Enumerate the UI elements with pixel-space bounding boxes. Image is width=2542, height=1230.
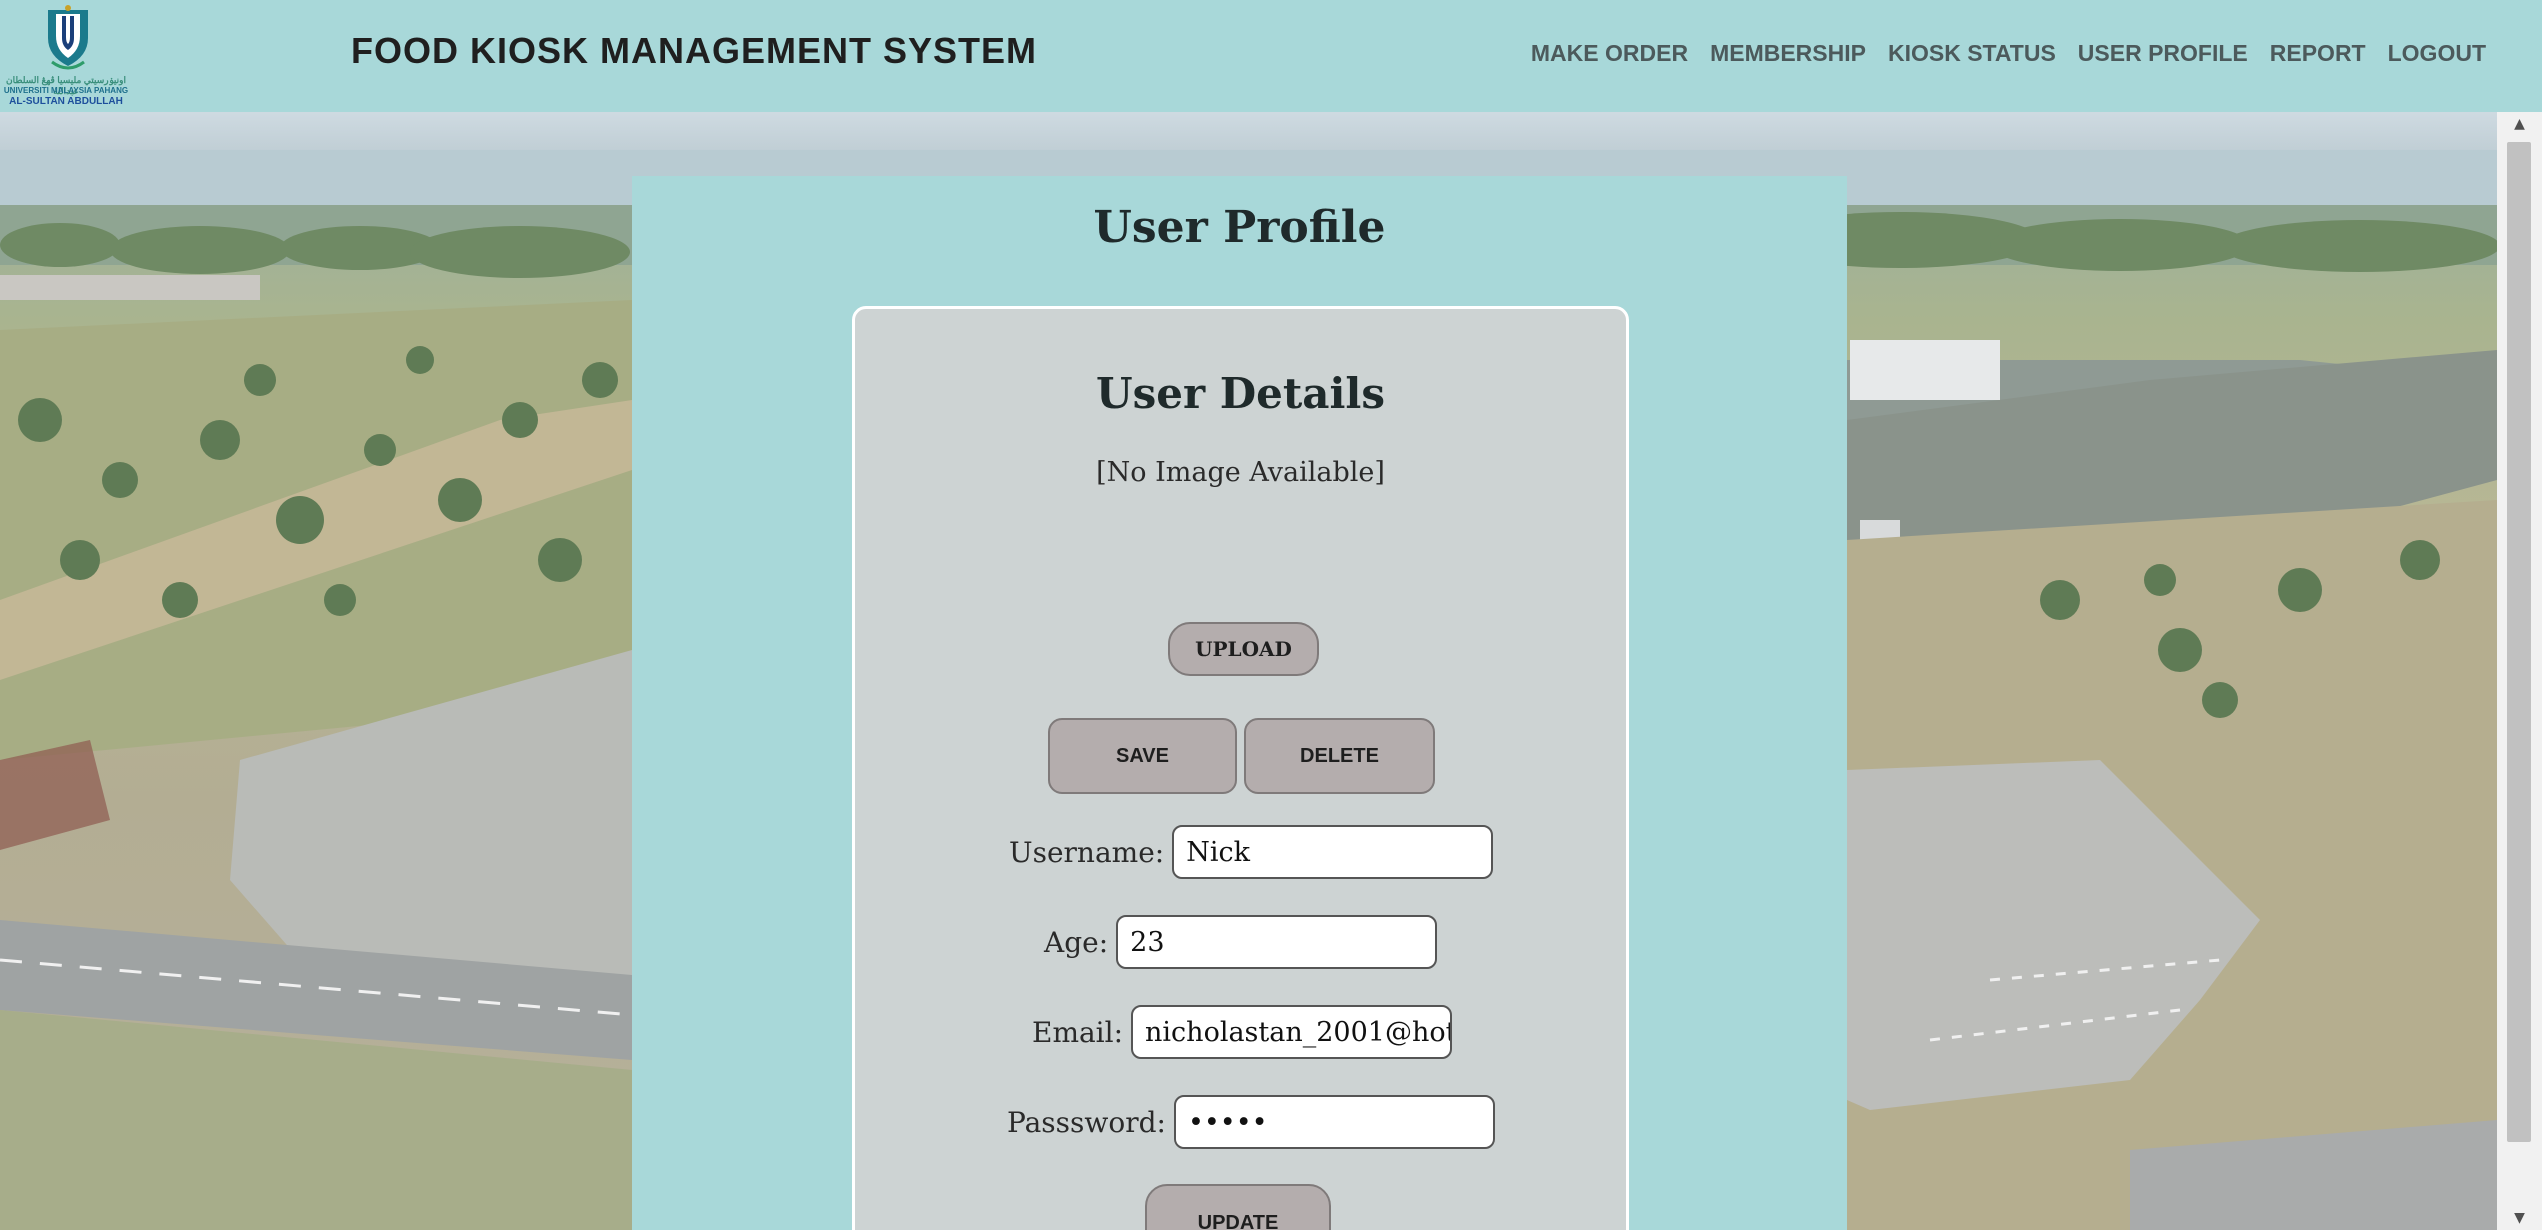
nav-membership[interactable]: MEMBERSHIP — [1710, 40, 1866, 67]
age-row: Age: 23 — [1044, 915, 1438, 969]
password-input[interactable]: ••••• — [1173, 1095, 1495, 1149]
university-logo[interactable]: اونيۏرسيتي مليسيا ڤهڠ السلطان عبدالله UN… — [2, 4, 130, 108]
password-label: Passsword: — [1007, 1105, 1166, 1139]
email-row: Email: nicholastan_2001@hotm — [1032, 1005, 1453, 1059]
age-label: Age: — [1044, 925, 1109, 959]
scroll-down-arrow-icon[interactable]: ▼ — [2497, 1206, 2542, 1230]
update-button[interactable]: UPDATE — [1145, 1184, 1331, 1230]
password-row: Passsword: ••••• — [1007, 1095, 1495, 1149]
username-input[interactable]: Nick — [1172, 825, 1494, 879]
email-label: Email: — [1032, 1015, 1124, 1049]
profile-image-placeholder: [No Image Available] — [1096, 457, 1385, 488]
email-input[interactable]: nicholastan_2001@hotm — [1131, 1005, 1453, 1059]
scroll-up-arrow-icon[interactable]: ▲ — [2497, 112, 2542, 136]
scroll-thumb[interactable] — [2507, 142, 2531, 1142]
nav-make-order[interactable]: MAKE ORDER — [1531, 40, 1688, 67]
save-button[interactable]: SAVE — [1048, 718, 1237, 794]
main-nav: MAKE ORDER MEMBERSHIP KIOSK STATUS USER … — [1531, 40, 2486, 67]
user-profile-panel: User Profile User Details [No Image Avai… — [632, 176, 1847, 1230]
card-title: User Details — [1095, 369, 1386, 418]
top-header: اونيۏرسيتي مليسيا ڤهڠ السلطان عبدالله UN… — [0, 0, 2542, 112]
logo-university-name: UNIVERSITI MALAYSIA PAHANG — [3, 86, 129, 95]
page-title: User Profile — [1093, 202, 1386, 253]
nav-user-profile[interactable]: USER PROFILE — [2078, 40, 2248, 67]
age-input[interactable]: 23 — [1116, 915, 1438, 969]
nav-report[interactable]: REPORT — [2270, 40, 2366, 67]
logo-university-subname: AL-SULTAN ABDULLAH — [9, 96, 123, 107]
nav-kiosk-status[interactable]: KIOSK STATUS — [1888, 40, 2056, 67]
upload-button[interactable]: UPLOAD — [1168, 622, 1319, 676]
umpsa-crest-icon — [48, 5, 88, 70]
user-details-card: User Details [No Image Available] UPLOAD… — [852, 306, 1629, 1230]
username-row: Username: Nick — [1009, 825, 1494, 879]
delete-button[interactable]: DELETE — [1244, 718, 1435, 794]
nav-logout[interactable]: LOGOUT — [2388, 40, 2486, 67]
vertical-scrollbar[interactable]: ▲ ▼ — [2497, 112, 2542, 1230]
username-label: Username: — [1009, 835, 1165, 869]
site-title: FOOD KIOSK MANAGEMENT SYSTEM — [351, 30, 1038, 71]
